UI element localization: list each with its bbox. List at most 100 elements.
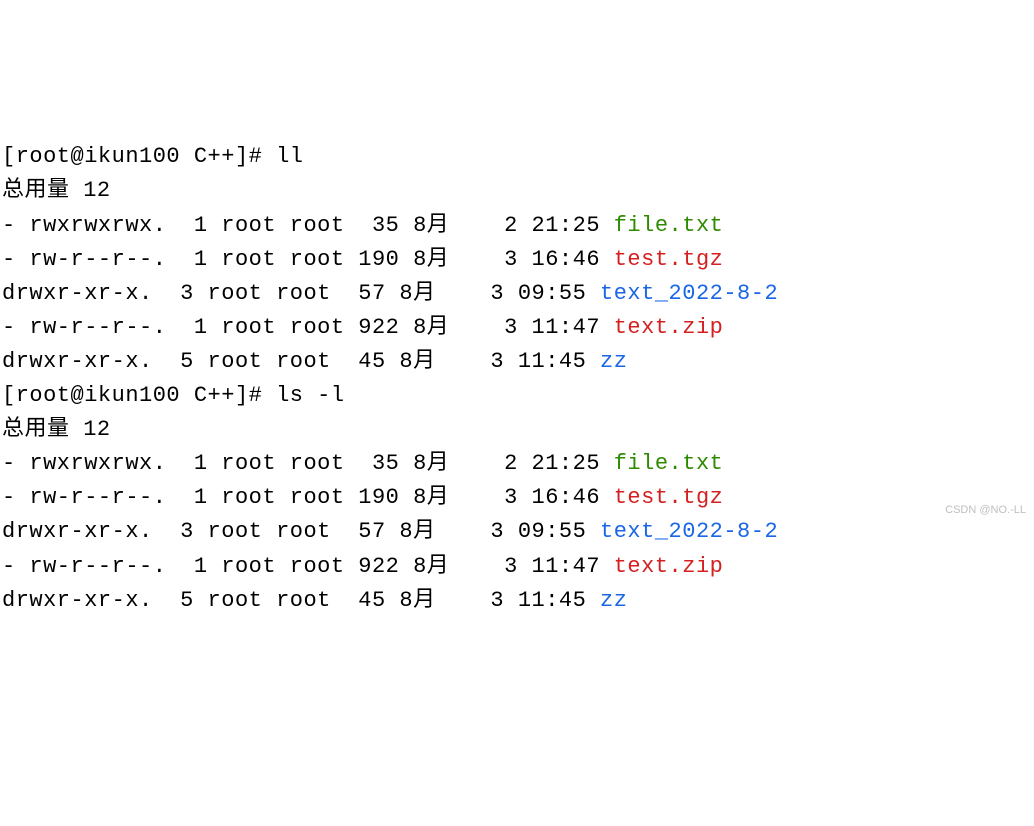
time: 16:46 (532, 485, 601, 510)
file-name: test.tgz (614, 485, 724, 510)
size: 35 (358, 451, 399, 476)
group: root (290, 315, 345, 340)
command-text: ls -l (276, 383, 345, 408)
day: 3 (490, 315, 517, 340)
size: 190 (358, 485, 399, 510)
total-line-1: 总用量 12 (2, 178, 111, 203)
month: 8月 (399, 349, 435, 374)
list-row: - rwxrwxrwx. 1 root root 35 8月 2 21:25 f… (2, 451, 723, 476)
size: 190 (358, 247, 399, 272)
day: 2 (490, 213, 517, 238)
list-row: drwxr-xr-x. 3 root root 57 8月 3 09:55 te… (2, 281, 778, 306)
size: 57 (345, 281, 386, 306)
month: 8月 (413, 315, 449, 340)
links: 3 (180, 281, 194, 306)
time: 11:45 (518, 349, 587, 374)
perm: - rw-r--r--. (2, 554, 166, 579)
perm: drwxr-xr-x. (2, 349, 153, 374)
owner: root (208, 349, 263, 374)
list-row: - rw-r--r--. 1 root root 922 8月 3 11:47 … (2, 315, 723, 340)
prompt-line-2[interactable]: [root@ikun100 C++]# ls -l (2, 383, 345, 408)
file-name: text_2022-8-2 (600, 519, 778, 544)
month: 8月 (413, 485, 449, 510)
perm: - rw-r--r--. (2, 315, 166, 340)
perm: - rwxrwxrwx. (2, 213, 166, 238)
day: 3 (477, 281, 504, 306)
list-row: - rw-r--r--. 1 root root 190 8月 3 16:46 … (2, 247, 723, 272)
owner: root (221, 451, 276, 476)
list-row: drwxr-xr-x. 5 root root 45 8月 3 11:45 zz (2, 588, 627, 613)
time: 21:25 (532, 213, 601, 238)
month: 8月 (399, 519, 435, 544)
owner: root (221, 213, 276, 238)
list-row: - rw-r--r--. 1 root root 190 8月 3 16:46 … (2, 485, 723, 510)
file-name: file.txt (614, 213, 724, 238)
total-line-2: 总用量 12 (2, 417, 111, 442)
prompt-user-host: root@ikun100 (16, 144, 180, 169)
prompt-cwd: C++ (194, 144, 235, 169)
month: 8月 (413, 247, 449, 272)
owner: root (208, 281, 263, 306)
list-row: - rw-r--r--. 1 root root 922 8月 3 11:47 … (2, 554, 723, 579)
owner: root (221, 485, 276, 510)
prompt-user-host: root@ikun100 (16, 383, 180, 408)
command-text: ll (276, 144, 303, 169)
day: 3 (490, 247, 517, 272)
prompt-close: ] (235, 383, 249, 408)
month: 8月 (413, 213, 449, 238)
terminal-output: [root@ikun100 C++]# ll 总用量 12 - rwxrwxrw… (2, 140, 1032, 617)
listing-1: - rwxrwxrwx. 1 root root 3 5 8月 2 21:25 f… (2, 213, 778, 374)
group: root (276, 281, 331, 306)
file-name: test.tgz (614, 247, 724, 272)
perm: drwxr-xr-x. (2, 588, 153, 613)
time: 11:47 (532, 554, 601, 579)
perm: drwxr-xr-x. (2, 519, 153, 544)
day: 3 (477, 349, 504, 374)
file-name: zz (600, 349, 627, 374)
prompt-line-1[interactable]: [root@ikun100 C++]# ll (2, 144, 303, 169)
time: 16:46 (532, 247, 601, 272)
watermark: CSDN @NO.-LL (945, 502, 1026, 519)
time: 21:25 (532, 451, 601, 476)
file-name: text.zip (614, 554, 724, 579)
links: 1 (194, 213, 208, 238)
links: 1 (194, 315, 208, 340)
day: 2 (490, 451, 517, 476)
month: 8月 (399, 588, 435, 613)
list-row: drwxr-xr-x. 5 root root 45 8月 3 11:45 zz (2, 349, 627, 374)
prompt-close: ] (235, 144, 249, 169)
prompt-symbol: # (249, 383, 263, 408)
owner: root (221, 315, 276, 340)
links: 5 (180, 349, 194, 374)
owner: root (221, 554, 276, 579)
group: root (276, 349, 331, 374)
day: 3 (490, 554, 517, 579)
perm: - rw-r--r--. (2, 485, 166, 510)
owner: root (208, 588, 263, 613)
perm: - rwxrwxrwx. (2, 451, 166, 476)
file-name: text.zip (614, 315, 724, 340)
links: 3 (180, 519, 194, 544)
size: 45 (345, 349, 386, 374)
time: 11:47 (532, 315, 601, 340)
group: root (276, 519, 331, 544)
day: 3 (477, 588, 504, 613)
prompt-symbol: # (249, 144, 263, 169)
links: 1 (194, 485, 208, 510)
day: 3 (477, 519, 504, 544)
listing-2: - rwxrwxrwx. 1 root root 35 8月 2 21:25 f… (2, 451, 778, 612)
links: 1 (194, 451, 208, 476)
group: root (290, 451, 345, 476)
size: 922 (358, 554, 399, 579)
links: 5 (180, 588, 194, 613)
perm: - rw-r--r--. (2, 247, 166, 272)
size: 922 (358, 315, 399, 340)
prompt-cwd: C++ (194, 383, 235, 408)
group: root (290, 213, 345, 238)
group: root (290, 485, 345, 510)
size: 57 (345, 519, 386, 544)
time: 09:55 (518, 519, 587, 544)
month: 8月 (413, 451, 449, 476)
prompt-open: [ (2, 144, 16, 169)
size: 45 (345, 588, 386, 613)
